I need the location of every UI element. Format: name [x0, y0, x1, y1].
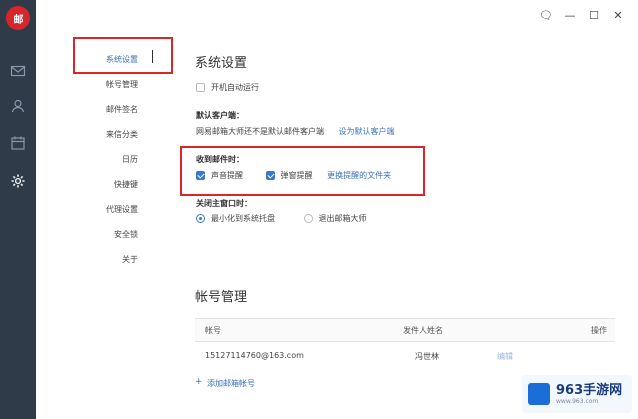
nav-item-calendar[interactable]: 日历: [58, 154, 138, 165]
sender-name: 冯世林: [415, 352, 439, 361]
exit-app-radio[interactable]: [303, 214, 313, 223]
column-actions: 操作: [591, 326, 607, 335]
minimize-button[interactable]: —: [558, 6, 582, 24]
nav-item-about[interactable]: 关于: [58, 254, 138, 265]
popup-alert-label: 弹窗提醒: [280, 171, 313, 180]
set-default-client-link[interactable]: 设为默认客户端: [339, 127, 395, 136]
window-controls: 🗨 — ☐ ✕: [534, 6, 630, 24]
settings-gear-icon[interactable]: [9, 172, 27, 190]
column-account: 帐号: [205, 326, 221, 335]
nav-item-security-lock[interactable]: 安全锁: [58, 229, 138, 240]
account-email: 15127114760@163.com: [205, 351, 304, 360]
close-button[interactable]: ✕: [606, 6, 630, 24]
edit-account-link[interactable]: 编辑: [497, 351, 513, 362]
minimize-to-tray-radio[interactable]: [196, 214, 205, 223]
sound-alert-checkbox[interactable]: [196, 171, 205, 180]
watermark-url: www.963.com: [556, 397, 599, 405]
watermark-logo-icon: [528, 383, 550, 405]
nav-item-shortcuts[interactable]: 快捷键: [58, 179, 138, 190]
autostart-checkbox[interactable]: [196, 83, 205, 92]
site-watermark: 963手游网 www.963.com: [522, 375, 632, 413]
autostart-option[interactable]: 开机自动运行: [196, 82, 259, 93]
change-alert-sound-link[interactable]: 更换提醒的文件夹: [327, 171, 391, 180]
maximize-button[interactable]: ☐: [582, 6, 606, 24]
nav-item-mail-signature[interactable]: 邮件签名: [58, 104, 138, 115]
default-client-row: 网易邮箱大师还不是默认邮件客户端 设为默认客户端: [196, 126, 395, 137]
left-rail: 邮: [0, 0, 36, 419]
sound-alert-label: 声音提醒: [211, 171, 243, 180]
text-cursor: [152, 50, 153, 63]
table-row: 15127114760@163.com 冯世林 编辑: [195, 345, 615, 367]
receive-mail-heading: 收到邮件时：: [196, 155, 244, 164]
add-icon[interactable]: +: [195, 377, 203, 387]
notification-row: 声音提醒 弹窗提醒 更换提醒的文件夹: [196, 170, 391, 181]
popup-alert-checkbox[interactable]: [265, 171, 275, 180]
system-settings-title: 系统设置: [195, 56, 248, 71]
app-logo: 邮: [6, 6, 30, 30]
nav-highlight-box: [73, 37, 173, 74]
column-sender-name: 发件人姓名: [403, 326, 443, 335]
close-window-heading: 关闭主窗口时：: [196, 199, 252, 208]
watermark-title: 963手游网: [556, 382, 623, 398]
minimize-to-tray-label: 最小化到系统托盘: [211, 214, 275, 223]
mail-icon[interactable]: [9, 62, 27, 80]
default-client-heading: 默认客户端：: [196, 111, 244, 120]
feedback-icon[interactable]: 🗨: [534, 6, 558, 24]
close-window-row: 最小化到系统托盘 退出邮箱大师: [196, 213, 367, 224]
default-client-text: 网易邮箱大师还不是默认邮件客户端: [196, 127, 324, 136]
account-management-title: 帐号管理: [195, 290, 248, 305]
nav-item-account-management[interactable]: 帐号管理: [58, 79, 138, 90]
add-account-link[interactable]: 添加邮箱帐号: [207, 378, 255, 389]
calendar-icon[interactable]: [9, 134, 27, 152]
accounts-table-header: 帐号 发件人姓名 操作: [195, 318, 615, 342]
contacts-icon[interactable]: [9, 97, 27, 115]
nav-item-mail-classification[interactable]: 来信分类: [58, 129, 138, 140]
nav-item-proxy-settings[interactable]: 代理设置: [58, 204, 138, 215]
exit-app-label: 退出邮箱大师: [318, 214, 367, 223]
autostart-label: 开机自动运行: [211, 83, 259, 92]
